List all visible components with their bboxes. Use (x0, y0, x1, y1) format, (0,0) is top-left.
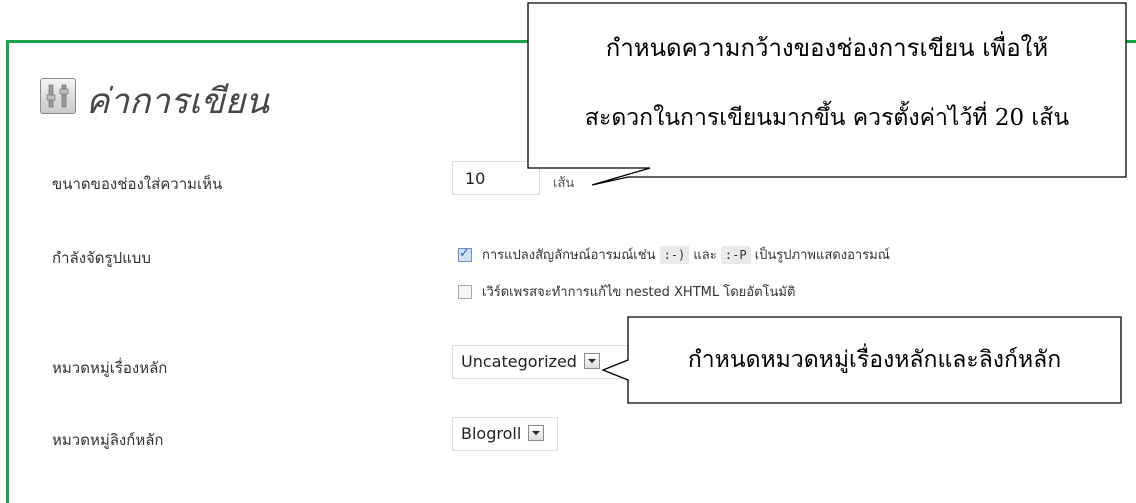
top-callout-line1: กำหนดความกว้างของช่องการเขียน เพื่อให้ (605, 34, 1049, 62)
callout-shapes (527, 2, 1127, 404)
top-callout-line2: สะดวกในการเขียนมากขึ้น ควรตั้งค่าไว้ที่ … (584, 105, 1070, 131)
bottom-callout-text: กำหนดหมวดหมู่เรื่องหลักและลิงก์หลัก (687, 347, 1062, 373)
